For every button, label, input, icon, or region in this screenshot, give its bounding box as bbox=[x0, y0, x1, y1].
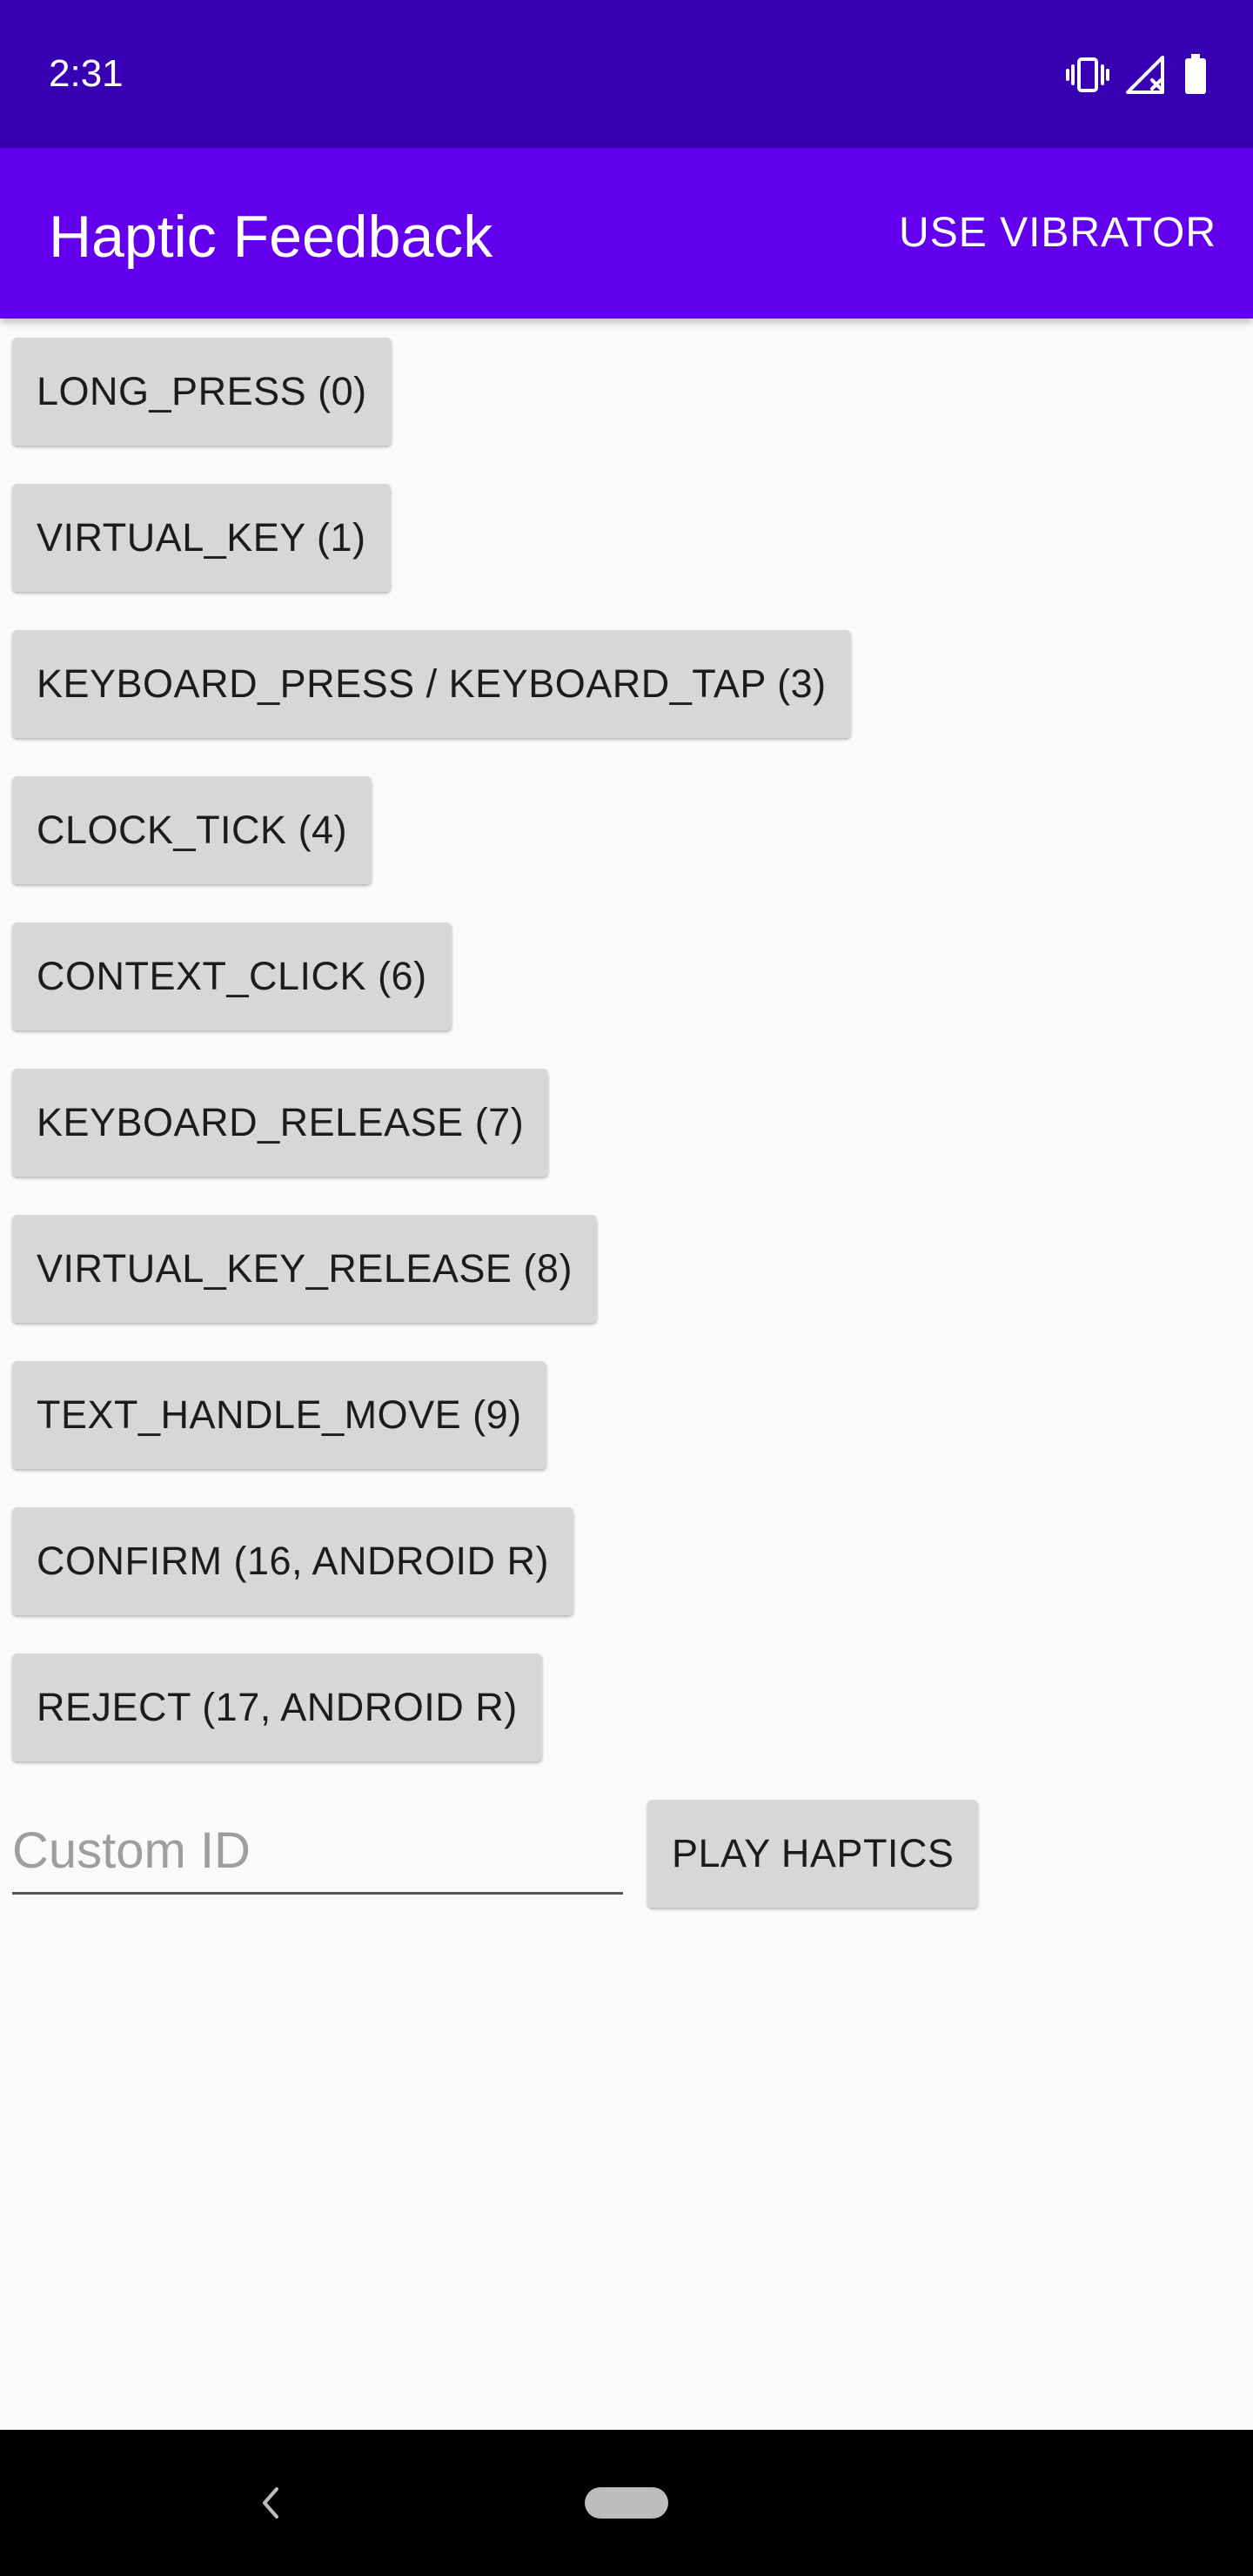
custom-id-input[interactable] bbox=[12, 1808, 623, 1895]
status-bar: 2:31 bbox=[0, 0, 1253, 148]
back-icon[interactable] bbox=[258, 2484, 284, 2522]
clock-tick-button[interactable]: CLOCK_TICK (4) bbox=[12, 776, 372, 884]
keyboard-press-button[interactable]: KEYBOARD_PRESS / KEYBOARD_TAP (3) bbox=[12, 630, 851, 738]
play-haptics-button[interactable]: PLAY HAPTICS bbox=[647, 1800, 979, 1908]
long-press-button[interactable]: LONG_PRESS (0) bbox=[12, 338, 392, 446]
status-time: 2:31 bbox=[49, 52, 124, 95]
reject-button[interactable]: REJECT (17, ANDROID R) bbox=[12, 1654, 542, 1761]
confirm-button[interactable]: CONFIRM (16, ANDROID R) bbox=[12, 1507, 574, 1615]
text-handle-move-button[interactable]: TEXT_HANDLE_MOVE (9) bbox=[12, 1361, 546, 1469]
vibrate-icon bbox=[1066, 57, 1109, 92]
battery-icon bbox=[1185, 54, 1206, 94]
virtual-key-release-button[interactable]: VIRTUAL_KEY_RELEASE (8) bbox=[12, 1215, 597, 1323]
use-vibrator-button[interactable]: USE VIBRATOR bbox=[899, 205, 1216, 261]
navigation-bar bbox=[0, 2430, 1253, 2576]
app-title: Haptic Feedback bbox=[49, 204, 493, 270]
signal-off-icon bbox=[1126, 56, 1164, 94]
virtual-key-button[interactable]: VIRTUAL_KEY (1) bbox=[12, 484, 391, 592]
context-click-button[interactable]: CONTEXT_CLICK (6) bbox=[12, 922, 452, 1030]
home-pill-icon[interactable] bbox=[583, 2485, 670, 2520]
keyboard-release-button[interactable]: KEYBOARD_RELEASE (7) bbox=[12, 1069, 549, 1177]
app-bar: Haptic Feedback USE VIBRATOR bbox=[0, 148, 1253, 319]
